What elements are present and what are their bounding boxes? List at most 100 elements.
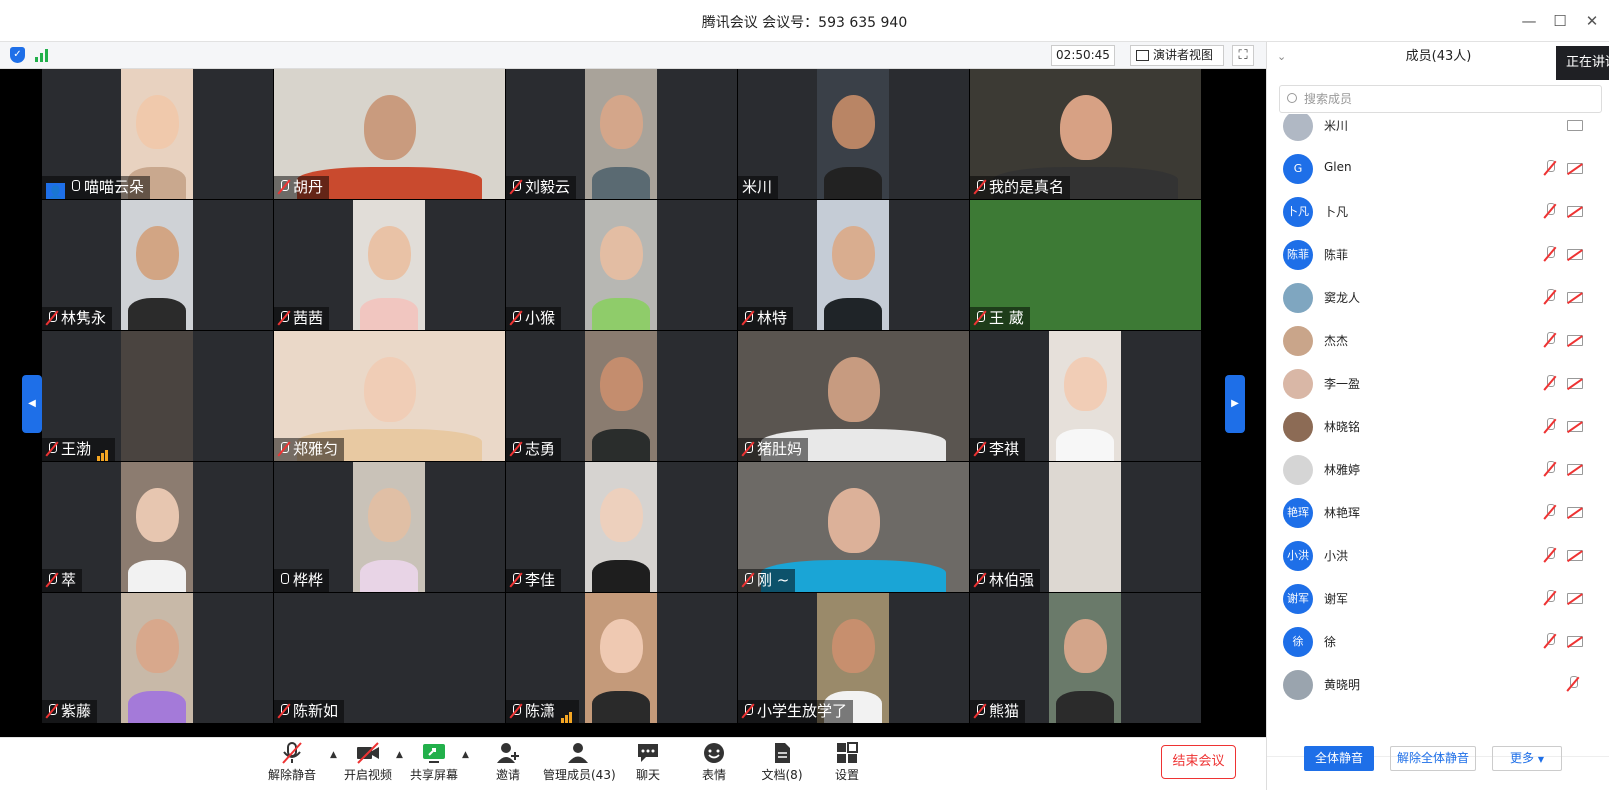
member-row[interactable]: 艳珲 林艳珲 xyxy=(1267,491,1609,535)
camera-off-icon[interactable] xyxy=(1567,335,1583,346)
participant-tile[interactable]: 桦桦 xyxy=(274,462,505,592)
members-panel: ⌄ 成员(43人) 正在讲话 搜索成员 米川 G Glen 卜凡卜凡陈菲陈菲窦龙人杰杰… xyxy=(1266,42,1609,790)
participant-tile[interactable]: 刚 ~ xyxy=(738,462,969,592)
audio-options-caret-icon[interactable]: ▲ xyxy=(330,750,337,760)
more-button[interactable]: 更多 ▼ xyxy=(1492,746,1562,771)
camera-off-icon[interactable] xyxy=(1567,249,1583,260)
participant-tile[interactable]: 我的是真名 xyxy=(970,69,1201,199)
muted-mic-icon[interactable] xyxy=(1544,203,1556,219)
participant-tile[interactable]: 志勇 xyxy=(506,331,737,461)
manage-members-button[interactable]: 管理成员(43) xyxy=(543,742,616,783)
muted-mic-icon[interactable] xyxy=(1544,289,1556,305)
participant-tile[interactable]: 胡丹 xyxy=(274,69,505,199)
muted-mic-icon[interactable] xyxy=(1544,160,1556,176)
member-row[interactable]: 黄晓明 xyxy=(1267,663,1609,707)
camera-off-icon[interactable] xyxy=(1567,593,1583,604)
member-row[interactable]: 林雅婷 xyxy=(1267,448,1609,492)
participant-tile[interactable]: 小猴 xyxy=(506,200,737,330)
collapse-chevron-icon[interactable]: ⌄ xyxy=(1277,42,1286,72)
member-row[interactable]: 窦龙人 xyxy=(1267,276,1609,320)
member-row[interactable]: 卜凡 卜凡 xyxy=(1267,190,1609,234)
member-row[interactable]: 谢军 谢军 xyxy=(1267,577,1609,621)
camera-off-icon[interactable] xyxy=(1567,507,1583,518)
mute-all-button[interactable]: 全体静音 xyxy=(1304,746,1374,771)
camera-off-icon[interactable] xyxy=(1567,636,1583,647)
camera-off-icon[interactable] xyxy=(1567,163,1583,174)
network-signal-icon[interactable] xyxy=(35,48,51,62)
participant-tile[interactable]: 👤 喵喵云朵 xyxy=(42,69,273,199)
next-page-button[interactable]: ▶ xyxy=(1225,375,1245,433)
participant-tile[interactable]: 林隽永 xyxy=(42,200,273,330)
close-icon[interactable]: ✕ xyxy=(1582,11,1602,31)
participant-name: 萃 xyxy=(61,571,77,589)
settings-button[interactable]: 设置 xyxy=(829,742,865,783)
muted-mic-icon[interactable] xyxy=(1544,590,1556,606)
participant-name: 王渤 xyxy=(61,440,92,458)
participant-tile[interactable]: 郑雅匀 xyxy=(274,331,505,461)
member-row[interactable]: 杰杰 xyxy=(1267,319,1609,363)
camera-off-icon[interactable] xyxy=(1567,378,1583,389)
unmute-all-button[interactable]: 解除全体静音 xyxy=(1390,746,1476,771)
participant-tile[interactable]: 小学生放学了 xyxy=(738,593,969,723)
camera-off-icon[interactable] xyxy=(1567,464,1583,475)
member-row[interactable]: 小洪 小洪 xyxy=(1267,534,1609,578)
start-video-button[interactable]: 开启视频 xyxy=(344,742,392,783)
participant-tile[interactable]: 王 葳 xyxy=(970,200,1201,330)
camera-off-icon[interactable] xyxy=(1567,550,1583,561)
documents-label: 文档(8) xyxy=(761,768,803,782)
muted-mic-icon xyxy=(974,442,986,456)
member-row[interactable]: 米川 xyxy=(1267,114,1609,148)
unmute-button[interactable]: 解除静音 xyxy=(268,742,316,783)
share-screen-button[interactable]: 共享屏幕 xyxy=(410,742,458,783)
muted-mic-icon[interactable] xyxy=(1544,332,1556,348)
participant-tile[interactable]: 米川 xyxy=(738,69,969,199)
participant-tile[interactable]: 陈新如 xyxy=(274,593,505,723)
participant-tile[interactable]: 紫藤 xyxy=(42,593,273,723)
muted-mic-icon[interactable] xyxy=(1567,676,1579,692)
video-options-caret-icon[interactable]: ▲ xyxy=(396,750,403,760)
maximize-icon[interactable]: ☐ xyxy=(1550,11,1570,31)
participant-tile[interactable]: 猪肚妈 xyxy=(738,331,969,461)
participant-tile[interactable]: 萃 xyxy=(42,462,273,592)
minimize-icon[interactable]: — xyxy=(1519,11,1539,31)
member-row[interactable]: G Glen xyxy=(1267,147,1609,191)
muted-mic-icon[interactable] xyxy=(1544,246,1556,262)
participant-tile[interactable]: 李佳 xyxy=(506,462,737,592)
muted-mic-icon[interactable] xyxy=(1544,461,1556,477)
participant-tile[interactable]: 陈潇 xyxy=(506,593,737,723)
participant-tile[interactable]: 熊猫 xyxy=(970,593,1201,723)
muted-mic-icon[interactable] xyxy=(1544,547,1556,563)
muted-mic-icon[interactable] xyxy=(1544,633,1556,649)
invite-button[interactable]: 邀请 xyxy=(490,742,526,783)
participant-tile[interactable]: 茜茜 xyxy=(274,200,505,330)
end-meeting-button[interactable]: 结束会议 xyxy=(1161,745,1236,779)
participant-tile[interactable]: 林特 xyxy=(738,200,969,330)
camera-off-icon[interactable] xyxy=(1567,421,1583,432)
participant-tile[interactable]: 李祺 xyxy=(970,331,1201,461)
muted-mic-icon[interactable] xyxy=(1544,418,1556,434)
camera-icon[interactable] xyxy=(1567,120,1583,131)
member-row[interactable]: 李一盈 xyxy=(1267,362,1609,406)
participant-tile[interactable]: 刘毅云 xyxy=(506,69,737,199)
prev-page-button[interactable]: ◀ xyxy=(22,375,42,433)
member-row[interactable]: 徐徐 xyxy=(1267,620,1609,664)
participant-name: 米川 xyxy=(742,178,773,196)
member-search-input[interactable]: 搜索成员 xyxy=(1279,85,1602,113)
camera-off-icon[interactable] xyxy=(1567,206,1583,217)
muted-mic-icon[interactable] xyxy=(1544,504,1556,520)
emoji-button[interactable]: 表情 xyxy=(696,742,732,783)
member-row[interactable]: 林晓铭 xyxy=(1267,405,1609,449)
speaker-view-button[interactable]: 演讲者视图 xyxy=(1130,45,1224,66)
member-row[interactable]: 陈菲 陈菲 xyxy=(1267,233,1609,277)
muted-mic-icon xyxy=(278,311,290,325)
members-footer: 全体静音 解除全体静音 更多 ▼ xyxy=(1267,746,1609,790)
security-shield-icon[interactable]: ✓ xyxy=(10,47,25,63)
participant-tile[interactable]: 林伯强 xyxy=(970,462,1201,592)
chat-button[interactable]: 聊天 xyxy=(630,742,666,783)
camera-off-icon[interactable] xyxy=(1567,292,1583,303)
participant-tile[interactable]: 王渤 xyxy=(42,331,273,461)
documents-button[interactable]: 文档(8) xyxy=(758,742,806,783)
share-options-caret-icon[interactable]: ▲ xyxy=(462,750,469,760)
muted-mic-icon[interactable] xyxy=(1544,375,1556,391)
fullscreen-icon[interactable]: ⛶ xyxy=(1232,45,1254,66)
